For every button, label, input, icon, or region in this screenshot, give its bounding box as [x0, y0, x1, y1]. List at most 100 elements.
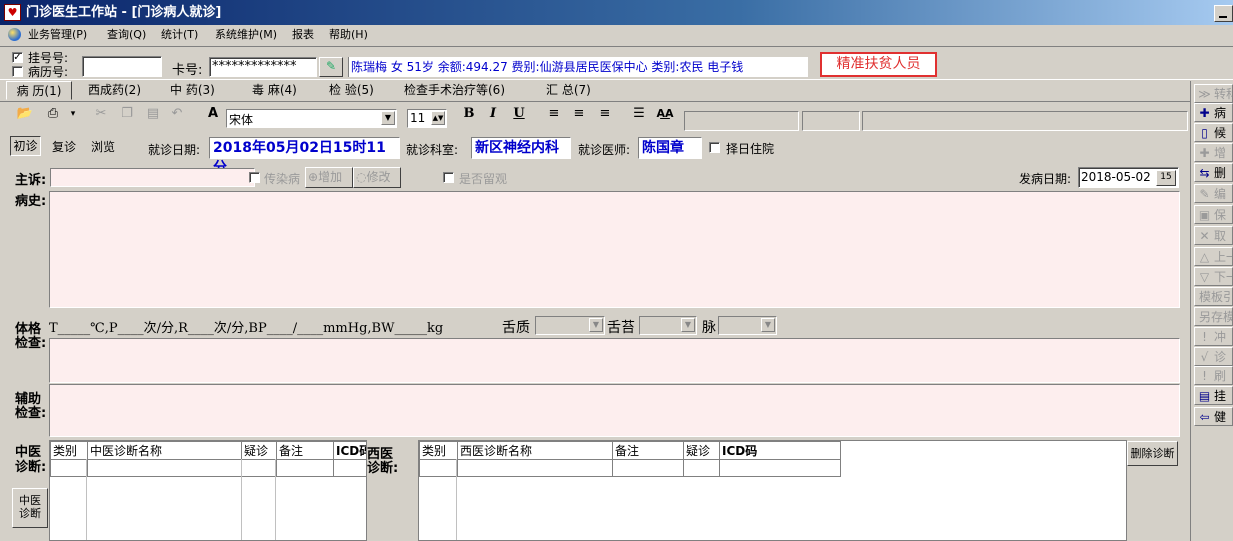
tongue-select[interactable]: ▼ [535, 316, 605, 335]
menu-business[interactable]: 业务管理(P) [28, 25, 87, 45]
record-no-checkbox[interactable] [12, 66, 23, 77]
patient-id-input[interactable] [82, 56, 162, 77]
status-field-1 [684, 111, 799, 131]
tab-narcotics[interactable]: 毒 麻(4) [252, 81, 297, 100]
align-left-icon[interactable]: ≡ [545, 105, 563, 123]
card-reader-icon[interactable]: ✎ [319, 57, 343, 77]
aux-textarea[interactable] [49, 384, 1180, 437]
minimize-button[interactable] [1214, 5, 1233, 22]
western-diagnosis-grid[interactable]: 类别 西医诊断名称 备注 疑诊 ICD码 [418, 440, 1127, 541]
observe-checkbox[interactable] [443, 172, 454, 183]
right-panel-button-6[interactable]: ▣ 保 [1194, 205, 1233, 224]
right-panel-button-11[interactable]: 另存模 [1194, 307, 1233, 326]
card-number-input[interactable]: ************* [209, 57, 317, 77]
right-panel-button-7[interactable]: ✕ 取 [1194, 226, 1233, 245]
table-header-row: 类别 中医诊断名称 疑诊 备注 ICD码 [50, 441, 366, 460]
vitals-template[interactable]: T_____℃,P____次/分,R____次/分,BP____/____mmH… [49, 317, 443, 336]
physical-label-2: 检查: [15, 336, 47, 351]
tab-first-visit[interactable]: 初诊 [10, 136, 41, 156]
status-field-3 [862, 111, 1188, 131]
bullet-list-icon[interactable]: ☰ [630, 105, 648, 123]
print-icon[interactable]: ⎙ [44, 105, 62, 123]
right-panel-button-5[interactable]: ✎ 编 [1194, 184, 1233, 203]
right-panel-button-12[interactable]: ! 冲 [1194, 327, 1233, 346]
right-panel-button-10[interactable]: 模板引 [1194, 287, 1233, 306]
title-bar: ♥ 门诊医生工作站 - [门诊病人就诊] [0, 0, 1233, 25]
add-complaint-button[interactable]: ⊕增加 [305, 167, 353, 188]
physical-textarea[interactable] [49, 338, 1180, 383]
delete-diagnosis-button[interactable]: 删除诊断 [1127, 441, 1178, 466]
font-name-select[interactable]: 宋体 ▼ [226, 109, 397, 128]
poverty-badge: 精准扶贫人员 [820, 52, 937, 77]
patient-bar: ✓ 挂号号: 病历号: 卡号: ************* ✎ 陈瑞梅 女 51… [0, 46, 1233, 80]
right-panel-button-16[interactable]: ⇦ 健 [1194, 407, 1233, 426]
add-icon: ⊕ [308, 170, 319, 184]
tab-lab[interactable]: 检 验(5) [329, 81, 374, 100]
right-panel-icon-0: ≫ [1198, 87, 1211, 101]
font-color-icon[interactable]: A͟A [656, 105, 674, 123]
align-center-icon[interactable]: ≡ [570, 105, 588, 123]
menu-query[interactable]: 查询(Q) [107, 25, 146, 45]
inpatient-label: 择日住院 [726, 142, 775, 156]
right-panel-button-2[interactable]: ▯ 候 [1194, 123, 1233, 142]
reg-no-checkbox[interactable]: ✓ [12, 52, 23, 63]
underline-icon[interactable]: U [510, 105, 528, 123]
tab-browse[interactable]: 浏览 [91, 138, 115, 155]
western-col-type: 类别 [419, 441, 458, 460]
tab-exam-surgery[interactable]: 检查手术治疗等(6) [404, 81, 505, 100]
history-textarea[interactable] [49, 191, 1180, 308]
right-panel-button-14[interactable]: ! 刷 [1194, 366, 1233, 385]
paste-icon: ▤ [146, 106, 160, 121]
app-menu-icon[interactable] [8, 28, 21, 41]
tab-summary[interactable]: 汇 总(7) [546, 81, 591, 100]
right-panel-label-16: 健 [1214, 410, 1227, 424]
right-panel-button-8[interactable]: △ 上一 [1194, 247, 1233, 266]
menu-system[interactable]: 系统维护(M) [215, 25, 277, 45]
edit-complaint-button[interactable]: ◌修改 [353, 167, 401, 188]
menu-bar: 业务管理(P) 查询(Q) 统计(T) 系统维护(M) 报表 帮助(H) [0, 25, 1233, 45]
western-col-icd: ICD码 [719, 441, 841, 460]
tab-western-drug[interactable]: 西成药(2) [88, 81, 141, 100]
right-panel-button-9[interactable]: ▽ 下一 [1194, 267, 1233, 286]
right-panel-button-3[interactable]: ✚ 增 [1194, 143, 1233, 162]
tab-return-visit[interactable]: 复诊 [52, 138, 76, 155]
calendar-icon[interactable]: 15 [1156, 170, 1176, 186]
window-title: 门诊医生工作站 - [门诊病人就诊] [26, 5, 222, 20]
tcm-diagnosis-button[interactable]: 中医 诊断 [12, 488, 48, 528]
right-panel-button-4[interactable]: ⇆ 删 [1194, 163, 1233, 182]
menu-reports[interactable]: 报表 [292, 25, 314, 45]
print-dropdown-icon[interactable]: ▾ [64, 105, 82, 123]
tcm-col-icd: ICD码 [333, 441, 366, 460]
main-tab-strip: 病 历(1) 西成药(2) 中 药(3) 毒 麻(4) 检 验(5) 检查手术治… [0, 81, 1190, 102]
menu-stats[interactable]: 统计(T) [161, 25, 198, 45]
western-col-suspect: 疑诊 [683, 441, 720, 460]
table-row[interactable] [50, 459, 366, 477]
observe-label: 是否留观 [459, 172, 508, 186]
right-panel-label-1: 病 [1214, 106, 1227, 120]
right-panel-label-6: 保 [1214, 208, 1227, 222]
table-header-row: 类别 西医诊断名称 备注 疑诊 ICD码 [419, 441, 841, 460]
pulse-select[interactable]: ▼ [718, 316, 777, 335]
right-panel-label-13: 诊 [1214, 350, 1227, 364]
coating-select[interactable]: ▼ [639, 316, 697, 335]
bold-icon[interactable]: B [460, 105, 478, 123]
tab-medical-record[interactable]: 病 历(1) [6, 81, 72, 100]
complaint-input[interactable] [50, 168, 255, 187]
infectious-checkbox[interactable] [249, 172, 260, 183]
tcm-diagnosis-grid[interactable]: 类别 中医诊断名称 疑诊 备注 ICD码 [49, 440, 367, 541]
right-panel-label-7: 取 [1214, 229, 1227, 243]
italic-icon[interactable]: I [484, 105, 502, 123]
right-panel-icon-3: ✚ [1199, 146, 1210, 160]
right-panel-button-1[interactable]: ✚ 病 [1194, 103, 1233, 122]
table-row[interactable] [419, 459, 841, 477]
font-size-stepper[interactable]: 11 ▲▼ [407, 109, 447, 128]
right-panel-button-0[interactable]: ≫转科 [1194, 84, 1233, 103]
right-panel-button-15[interactable]: ▤ 挂 [1194, 386, 1233, 405]
menu-help[interactable]: 帮助(H) [329, 25, 368, 45]
tab-herbal[interactable]: 中 药(3) [170, 81, 215, 100]
right-panel-button-13[interactable]: √ 诊 [1194, 347, 1233, 366]
open-icon[interactable]: 📂 [16, 105, 34, 123]
align-right-icon[interactable]: ≡ [596, 105, 614, 123]
inpatient-checkbox[interactable] [709, 142, 720, 153]
right-panel-label-8: 上一 [1214, 250, 1232, 264]
